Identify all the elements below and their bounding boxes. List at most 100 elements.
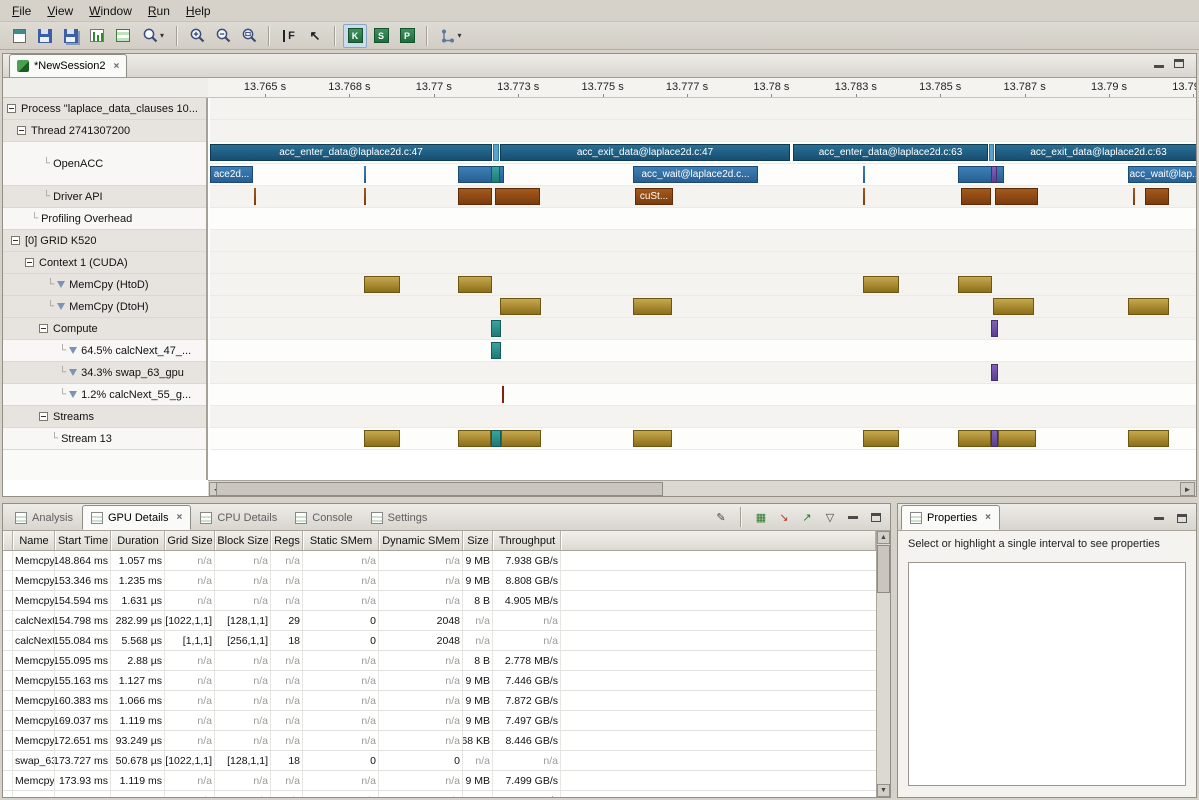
tree-row[interactable]: └MemCpy (DtoH) <box>3 296 206 318</box>
scroll-right-button[interactable]: ► <box>1180 482 1195 496</box>
table-row[interactable]: Memcpy HtoD169.037 ms1.119 msn/an/an/an/… <box>3 711 876 731</box>
table-row[interactable]: Memcpy DtoH155.095 ms2.88 µsn/an/an/an/a… <box>3 651 876 671</box>
table-row[interactable]: Memcpy HtoD160.383 ms1.066 msn/an/an/an/… <box>3 691 876 711</box>
scroll-down-button[interactable]: ▼ <box>877 784 890 797</box>
openacc-bar[interactable]: acc_enter_data@laplace2d.c:47 <box>210 144 492 161</box>
profile-button[interactable] <box>85 24 109 48</box>
tree-row[interactable]: [0] GRID K520 <box>3 230 206 252</box>
menu-file[interactable]: File <box>4 2 39 20</box>
stream-toggle-button[interactable]: S <box>369 24 393 48</box>
collapse-icon[interactable] <box>7 104 16 113</box>
hscroll-thumb[interactable] <box>216 482 663 496</box>
driver-api-bar[interactable]: cuSt... <box>635 188 673 205</box>
column-header[interactable]: Grid Size <box>165 531 215 550</box>
columns-button[interactable]: ▦ <box>751 508 771 526</box>
acc-wait-bar[interactable]: acc_wait@laplace2d.c... <box>633 166 758 183</box>
memcpy-bar[interactable] <box>458 276 492 293</box>
collapse-icon[interactable] <box>39 324 48 333</box>
acc-wait-bar[interactable] <box>863 166 865 183</box>
memcpy-bar[interactable] <box>958 430 991 447</box>
tab-gpu-details[interactable]: GPU Details× <box>82 505 191 530</box>
table-view-button[interactable] <box>111 24 135 48</box>
memcpy-bar[interactable] <box>998 430 1036 447</box>
collapse-icon[interactable] <box>25 258 34 267</box>
memcpy-bar[interactable] <box>958 276 992 293</box>
memcpy-bar[interactable] <box>993 298 1034 315</box>
kernel-toggle-button[interactable]: K <box>343 24 367 48</box>
tree-row[interactable]: └Driver API <box>3 186 206 208</box>
memcpy-bar[interactable] <box>1128 298 1169 315</box>
tab-close-icon[interactable]: × <box>177 512 183 523</box>
tab-cpu-details[interactable]: CPU Details <box>191 505 286 530</box>
acc-wait-bar[interactable]: acc_wait@lap... <box>1128 166 1196 183</box>
zoom-fit-button[interactable] <box>237 24 261 48</box>
column-header[interactable]: Static SMem <box>303 531 379 550</box>
session-tab[interactable]: *NewSession2 × <box>9 54 127 77</box>
kernel-purple-bar[interactable] <box>991 364 998 381</box>
tab-close-icon[interactable]: × <box>985 512 991 523</box>
new-session-button[interactable] <box>7 24 31 48</box>
scroll-up-button[interactable]: ▲ <box>877 531 890 544</box>
kernel-purple-bar[interactable] <box>991 430 998 447</box>
table-row[interactable]: Memcpy HtoD179.163 ms1.073 msn/an/an/an/… <box>3 791 876 797</box>
driver-api-bar[interactable] <box>995 188 1038 205</box>
acc-wait-bar[interactable] <box>364 166 366 183</box>
tree-row[interactable]: Compute <box>3 318 206 340</box>
menu-run[interactable]: Run <box>140 2 178 20</box>
memcpy-bar[interactable] <box>500 298 541 315</box>
kernel-purple-bar[interactable] <box>991 320 998 337</box>
collapse-icon[interactable] <box>39 412 48 421</box>
kernel-red-bar[interactable] <box>502 386 504 403</box>
prev-marker-button[interactable]: ↖ <box>303 24 327 48</box>
properties-maximize-button[interactable] <box>1172 509 1192 527</box>
kernel-teal-bar[interactable] <box>491 342 501 359</box>
table-row[interactable]: calcNext_55_gpu155.084 ms5.568 µs[1,1,1]… <box>3 631 876 651</box>
openacc-bar[interactable]: acc_exit_data@laplace2d.c:63 <box>995 144 1196 161</box>
openacc-bar[interactable]: acc_enter_data@laplace2d.c:63 <box>793 144 988 161</box>
tree-row[interactable]: └1.2% calcNext_55_g... <box>3 384 206 406</box>
tree-row[interactable]: └MemCpy (HtoD) <box>3 274 206 296</box>
table-row[interactable]: Memcpy HtoD173.93 ms1.119 msn/an/an/an/a… <box>3 771 876 791</box>
kernel-teal-bar[interactable] <box>491 166 500 183</box>
openacc-bar[interactable]: acc_exit_data@laplace2d.c:47 <box>500 144 790 161</box>
tree-row[interactable]: └OpenACC <box>3 142 206 186</box>
column-header[interactable]: Name <box>13 531 55 550</box>
driver-api-bar[interactable] <box>1133 188 1135 205</box>
memcpy-bar[interactable] <box>863 276 899 293</box>
driver-api-bar[interactable] <box>458 188 492 205</box>
table-row[interactable]: Memcpy HtoD153.346 ms1.235 msn/an/an/an/… <box>3 571 876 591</box>
import-button[interactable]: ↘ <box>774 508 794 526</box>
tab-console[interactable]: Console <box>286 505 361 530</box>
acc-wait-bar[interactable]: ace2d... <box>210 166 253 183</box>
column-header[interactable] <box>3 531 13 550</box>
table-row[interactable]: calcNext_47_gpu154.798 ms282.99 µs[1022,… <box>3 611 876 631</box>
column-header[interactable]: Regs <box>271 531 303 550</box>
export-button[interactable]: ↗ <box>797 508 817 526</box>
memcpy-bar[interactable] <box>633 430 672 447</box>
save-button[interactable] <box>33 24 57 48</box>
column-header[interactable]: Duration <box>111 531 165 550</box>
kernel-purple-bar[interactable] <box>991 166 997 183</box>
table-row[interactable]: Memcpy HtoD154.594 ms1.631 µsn/an/an/an/… <box>3 591 876 611</box>
details-maximize-button[interactable] <box>866 508 886 526</box>
memcpy-bar[interactable] <box>633 298 672 315</box>
openacc-bar[interactable] <box>989 144 994 161</box>
driver-api-bar[interactable] <box>364 188 366 205</box>
column-header[interactable]: Size <box>463 531 493 550</box>
menu-help[interactable]: Help <box>178 2 219 20</box>
table-vscrollbar[interactable]: ▲ ▼ <box>876 531 890 797</box>
driver-api-bar[interactable] <box>1145 188 1169 205</box>
kernel-teal-bar[interactable] <box>491 320 501 337</box>
analysis-menu-button[interactable]: ▾ <box>435 24 467 48</box>
search-button[interactable]: ▾ <box>137 24 169 48</box>
column-header[interactable]: Start Time <box>55 531 111 550</box>
view-menu-button[interactable]: ▽ <box>820 508 840 526</box>
tree-row[interactable]: └64.5% calcNext_47_... <box>3 340 206 362</box>
collapse-icon[interactable] <box>17 126 26 135</box>
memcpy-bar[interactable] <box>1128 430 1169 447</box>
process-toggle-button[interactable]: P <box>395 24 419 48</box>
table-row[interactable]: Memcpy DtoH172.651 ms93.249 µsn/an/an/an… <box>3 731 876 751</box>
minimize-button[interactable] <box>1154 55 1164 73</box>
driver-api-bar[interactable] <box>961 188 991 205</box>
tree-row[interactable]: └Stream 13 <box>3 428 206 450</box>
